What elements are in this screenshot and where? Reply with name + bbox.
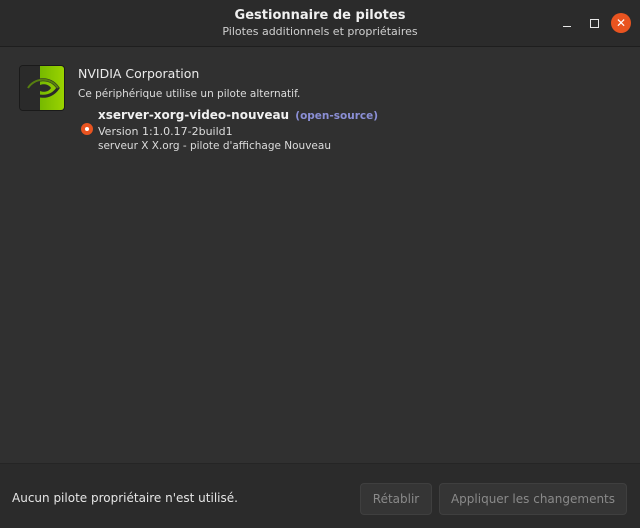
driver-description: serveur X X.org - pilote d'affichage Nou…	[98, 140, 331, 152]
apply-changes-button[interactable]: Appliquer les changements	[439, 483, 627, 515]
driver-license: (open-source)	[295, 110, 379, 122]
status-text: Aucun pilote propriétaire n'est utilisé.	[12, 491, 238, 505]
close-icon: ✕	[615, 16, 627, 30]
close-button[interactable]: ✕	[611, 13, 631, 33]
footer-bar: Aucun pilote propriétaire n'est utilisé.…	[0, 463, 640, 528]
driver-radio-button[interactable]	[81, 123, 93, 135]
driver-version: Version 1:1.0.17-2build1	[98, 125, 233, 138]
minimize-icon	[563, 25, 571, 27]
revert-button[interactable]: Rétablir	[360, 483, 432, 515]
device-vendor: NVIDIA Corporation	[78, 66, 200, 81]
title-bar: Gestionnaire de pilotes Pilotes addition…	[0, 0, 640, 47]
minimize-button[interactable]	[557, 13, 577, 33]
nvidia-logo-icon	[20, 66, 64, 110]
radio-selected-dot	[85, 127, 89, 131]
maximize-icon	[589, 18, 599, 28]
driver-package-name: xserver-xorg-video-nouveau	[98, 108, 290, 122]
window-title: Gestionnaire de pilotes	[234, 8, 406, 23]
device-description: Ce périphérique utilise un pilote altern…	[78, 88, 301, 100]
maximize-button[interactable]	[584, 13, 604, 33]
driver-name: xserver-xorg-video-nouveau (open-source)	[98, 108, 378, 122]
window-subtitle: Pilotes additionnels et propriétaires	[222, 25, 418, 38]
